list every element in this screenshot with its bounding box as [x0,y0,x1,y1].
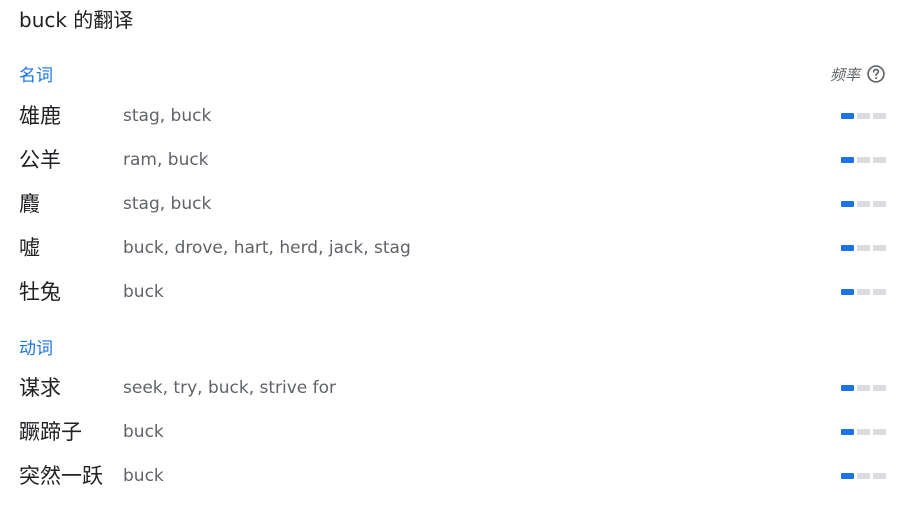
translation-synonyms: buck [123,422,164,442]
translation-synonyms: stag, buck [123,194,212,214]
translation-row: 牡兔 buck [0,277,908,307]
translation-synonyms: ram, buck [123,150,209,170]
frequency-bar-1 [841,289,854,295]
frequency-bars [841,157,886,163]
translation-synonyms: buck [123,466,164,486]
frequency-bar-3 [873,385,886,391]
frequency-bar-2 [857,245,870,251]
frequency-bar-2 [857,201,870,207]
translation-row: 蹶蹄子 buck [0,417,908,447]
frequency-bar-2 [857,473,870,479]
frequency-bars [841,245,886,251]
frequency-bar-1 [841,385,854,391]
frequency-bar-3 [873,473,886,479]
frequency-bar-3 [873,429,886,435]
frequency-bar-2 [857,289,870,295]
translation-term[interactable]: 公羊 [19,145,61,175]
frequency-bars [841,201,886,207]
frequency-bars [841,289,886,295]
frequency-bar-3 [873,289,886,295]
translation-row: 麚 stag, buck [0,189,908,219]
translation-synonyms: buck [123,282,164,302]
panel-title: buck 的翻译 [19,8,134,32]
frequency-bar-2 [857,385,870,391]
translation-synonyms: stag, buck [123,106,212,126]
frequency-bars [841,385,886,391]
frequency-header: 频率 [830,62,886,86]
frequency-bar-1 [841,113,854,119]
pos-label-verb: 动词 [19,339,53,359]
help-icon[interactable] [866,64,886,84]
translation-row: 公羊 ram, buck [0,145,908,175]
frequency-bar-3 [873,157,886,163]
translation-row: 突然一跃 buck [0,461,908,491]
translation-panel: buck 的翻译 名词 频率 雄鹿 stag, buck 公羊 ram, buc… [0,0,908,509]
frequency-bars [841,473,886,479]
frequency-bar-1 [841,429,854,435]
frequency-bar-1 [841,201,854,207]
frequency-bar-3 [873,245,886,251]
frequency-bar-3 [873,201,886,207]
frequency-bar-1 [841,157,854,163]
frequency-bar-1 [841,473,854,479]
translation-term[interactable]: 谋求 [19,373,61,403]
frequency-bars [841,113,886,119]
translation-row: 谋求 seek, try, buck, strive for [0,373,908,403]
translation-row: 嘘 buck, drove, hart, herd, jack, stag [0,233,908,263]
translation-term[interactable]: 蹶蹄子 [19,417,82,447]
pos-label-noun: 名词 [19,66,53,86]
frequency-bar-2 [857,157,870,163]
frequency-bar-3 [873,113,886,119]
translation-term[interactable]: 牡兔 [19,277,61,307]
frequency-bar-2 [857,429,870,435]
frequency-bars [841,429,886,435]
translation-row: 雄鹿 stag, buck [0,101,908,131]
translation-term[interactable]: 麚 [19,189,40,219]
translation-term[interactable]: 嘘 [19,233,40,263]
frequency-label: 频率 [829,65,860,84]
frequency-bar-2 [857,113,870,119]
translation-term[interactable]: 突然一跃 [19,461,103,491]
translation-synonyms: seek, try, buck, strive for [123,378,337,398]
translation-synonyms: buck, drove, hart, herd, jack, stag [123,238,411,258]
frequency-bar-1 [841,245,854,251]
translation-term[interactable]: 雄鹿 [19,101,61,131]
